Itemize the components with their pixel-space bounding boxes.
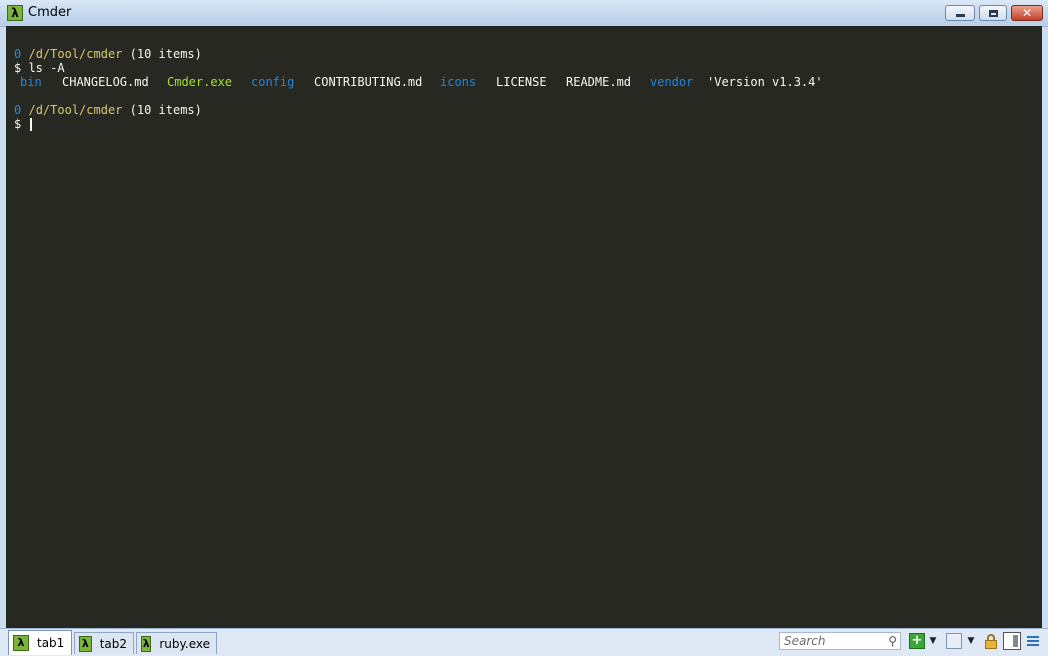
ls-item: Cmder.exe xyxy=(167,75,233,89)
ls-item: icons xyxy=(440,75,477,89)
ls-item: CHANGELOG.md xyxy=(62,75,149,89)
ls-item: 'Version v1.3.4' xyxy=(707,75,823,89)
prompt-number: 0 xyxy=(14,47,22,61)
tab-bar: λ tab1 λ tab2 λ ruby.exe Search ⚲ + ▼ ▼ xyxy=(0,628,1048,656)
ls-item: bin xyxy=(20,75,42,89)
close-icon: ✕ xyxy=(1021,6,1033,20)
window-title: Cmder xyxy=(28,5,72,20)
tab-ruby[interactable]: λ ruby.exe xyxy=(136,632,217,654)
prompt-line-2: 0 /d/Tool/cmder (10 items) xyxy=(14,103,202,117)
ls-item: config xyxy=(251,75,295,89)
minimize-button[interactable] xyxy=(945,5,975,21)
prompt-info: (10 items) xyxy=(129,103,202,117)
tab-tab1[interactable]: λ tab1 xyxy=(8,630,72,655)
window-icon[interactable] xyxy=(946,633,962,649)
prompt-path: /d/Tool/cmder xyxy=(28,103,123,117)
dropdown-arrow-icon[interactable]: ▼ xyxy=(928,633,938,649)
search-icon[interactable]: ⚲ xyxy=(888,633,897,649)
text-cursor xyxy=(30,118,33,131)
input-line[interactable]: $ xyxy=(14,117,33,131)
search-input[interactable]: Search ⚲ xyxy=(779,632,901,650)
tab-label: tab2 xyxy=(99,636,127,651)
ls-item: README.md xyxy=(566,75,632,89)
prompt-symbol: $ xyxy=(14,117,29,131)
search-placeholder: Search xyxy=(784,634,826,648)
terminal-area[interactable]: 0 /d/Tool/cmder (10 items) $ ls -A bin C… xyxy=(6,26,1042,628)
tab-label: tab1 xyxy=(37,636,65,650)
prompt-info: (10 items) xyxy=(129,47,202,61)
lambda-icon: λ xyxy=(141,635,152,652)
dropdown-arrow-icon[interactable]: ▼ xyxy=(966,633,976,649)
lambda-icon: λ xyxy=(79,635,92,652)
command-line: $ ls -A xyxy=(14,61,65,75)
title-bar[interactable]: λ Cmder ✕ xyxy=(0,0,1048,27)
tab-tab2[interactable]: λ tab2 xyxy=(74,632,134,654)
maximize-icon xyxy=(988,9,998,17)
close-button[interactable]: ✕ xyxy=(1011,5,1043,21)
lambda-icon: λ xyxy=(7,5,23,21)
lambda-icon: λ xyxy=(13,635,29,651)
prompt-path: /d/Tool/cmder xyxy=(28,47,123,61)
ls-item: CONTRIBUTING.md xyxy=(314,75,423,89)
menu-icon[interactable] xyxy=(1026,633,1040,649)
maximize-button[interactable] xyxy=(979,5,1007,21)
prompt-line-1: 0 /d/Tool/cmder (10 items) xyxy=(14,47,202,61)
new-console-plus-icon[interactable]: + xyxy=(909,633,925,649)
ls-item: vendor xyxy=(650,75,694,89)
prompt-number: 0 xyxy=(14,103,22,117)
lock-icon[interactable] xyxy=(983,633,999,649)
tab-label: ruby.exe xyxy=(159,636,210,651)
ls-output: bin CHANGELOG.md Cmder.exe config CONTRI… xyxy=(14,75,1024,89)
ls-item: LICENSE xyxy=(496,75,547,89)
minimize-icon xyxy=(955,14,965,17)
panel-icon[interactable] xyxy=(1003,632,1021,650)
